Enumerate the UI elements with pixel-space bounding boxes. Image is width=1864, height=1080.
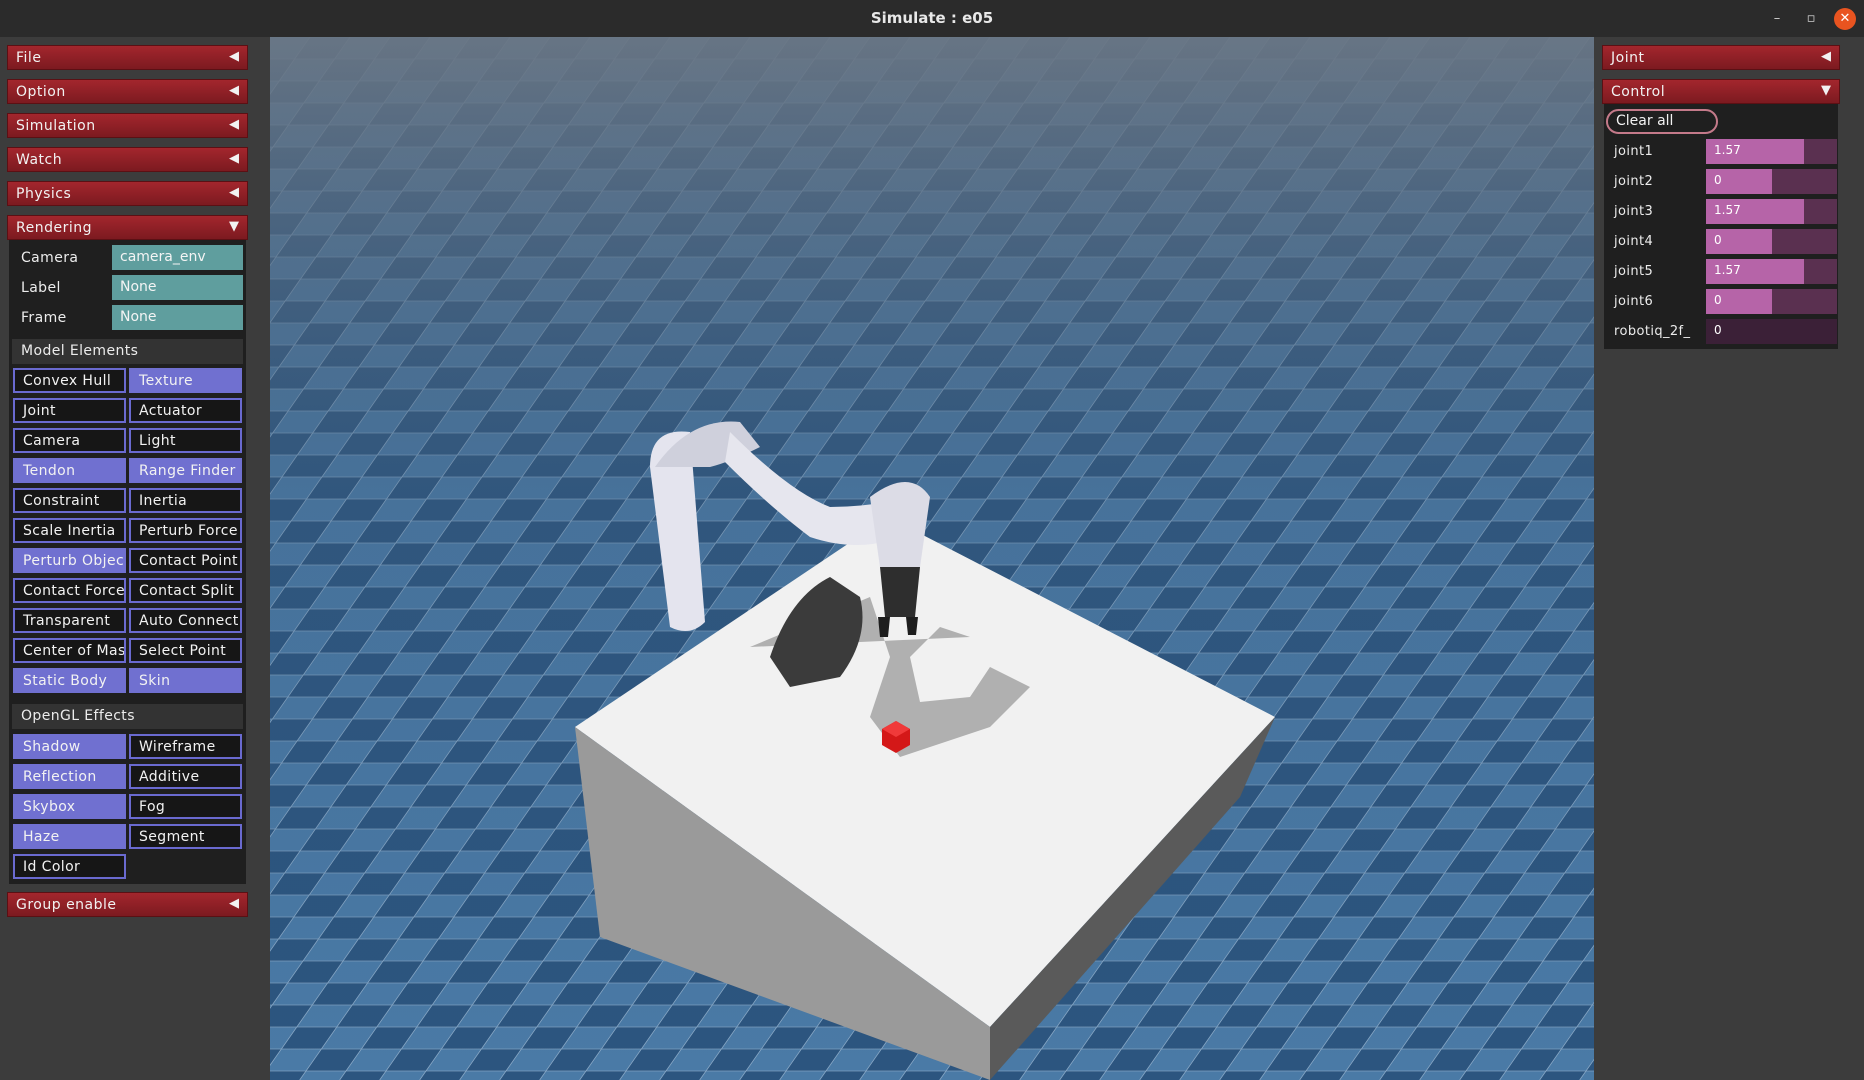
minimize-icon[interactable]: – <box>1766 8 1788 30</box>
expand-arrow-icon: ▼ <box>1821 83 1831 98</box>
joint-slider-joint3[interactable]: 1.57 <box>1706 199 1837 224</box>
joint-slider-joint6[interactable]: 0 <box>1706 289 1837 314</box>
watch-section[interactable]: Watch ◀ <box>7 147 248 172</box>
camera-label: Camera <box>21 250 79 266</box>
frame-select[interactable]: None <box>112 305 243 330</box>
simulation-section[interactable]: Simulation ◀ <box>7 113 248 138</box>
camera-select[interactable]: camera_env <box>112 245 243 270</box>
slider-value: 1.57 <box>1714 143 1741 157</box>
scene-render <box>270 37 1594 1080</box>
collapse-arrow-icon: ◀ <box>229 185 239 200</box>
clear-all-button[interactable]: Clear all <box>1606 109 1718 134</box>
joint-slider-joint4[interactable]: 0 <box>1706 229 1837 254</box>
joint-label: joint5 <box>1614 264 1654 279</box>
model-elements-header: Model Elements <box>12 339 243 364</box>
toggle-skin[interactable]: Skin <box>129 668 242 693</box>
slider-value: 1.57 <box>1714 263 1741 277</box>
label-select[interactable]: None <box>112 275 243 300</box>
section-label: Simulation <box>16 118 96 134</box>
file-section[interactable]: File ◀ <box>7 45 248 70</box>
simulation-viewport[interactable] <box>270 37 1594 1080</box>
section-label: Control <box>1611 84 1666 100</box>
joint-label: joint6 <box>1614 294 1654 309</box>
section-label: Option <box>16 84 66 100</box>
physics-section[interactable]: Physics ◀ <box>7 181 248 206</box>
toggle-fog[interactable]: Fog <box>129 794 242 819</box>
toggle-contact-point[interactable]: Contact Point <box>129 548 242 573</box>
section-label: Watch <box>16 152 63 168</box>
toggle-constraint[interactable]: Constraint <box>13 488 126 513</box>
label-label: Label <box>21 280 61 296</box>
toggle-static-body[interactable]: Static Body <box>13 668 126 693</box>
toggle-id-color[interactable]: Id Color <box>13 854 126 879</box>
toggle-tendon[interactable]: Tendon <box>13 458 126 483</box>
joint-slider-joint5[interactable]: 1.57 <box>1706 259 1837 284</box>
collapse-arrow-icon: ◀ <box>1821 49 1831 64</box>
joint-section[interactable]: Joint ◀ <box>1602 45 1840 70</box>
section-label: File <box>16 50 42 66</box>
toggle-haze[interactable]: Haze <box>13 824 126 849</box>
frame-label: Frame <box>21 310 67 326</box>
toggle-inertia[interactable]: Inertia <box>129 488 242 513</box>
toggle-perturb-force[interactable]: Perturb Force <box>129 518 242 543</box>
section-label: Joint <box>1611 50 1645 66</box>
joint-label: joint4 <box>1614 234 1654 249</box>
slider-value: 0 <box>1714 323 1722 337</box>
section-label: Rendering <box>16 220 92 236</box>
joint-label: joint1 <box>1614 144 1654 159</box>
section-label: Group enable <box>16 897 117 913</box>
section-label: Physics <box>16 186 72 202</box>
toggle-texture[interactable]: Texture <box>129 368 242 393</box>
close-icon[interactable]: ✕ <box>1834 8 1856 30</box>
toggle-range-finder[interactable]: Range Finder <box>129 458 242 483</box>
collapse-arrow-icon: ◀ <box>229 117 239 132</box>
toggle-auto-connect[interactable]: Auto Connect <box>129 608 242 633</box>
toggle-contact-split[interactable]: Contact Split <box>129 578 242 603</box>
joint-slider-joint1[interactable]: 1.57 <box>1706 139 1837 164</box>
toggle-joint[interactable]: Joint <box>13 398 126 423</box>
slider-value: 0 <box>1714 233 1722 247</box>
toggle-camera[interactable]: Camera <box>13 428 126 453</box>
toggle-additive[interactable]: Additive <box>129 764 242 789</box>
control-section[interactable]: Control ▼ <box>1602 79 1840 104</box>
toggle-light[interactable]: Light <box>129 428 242 453</box>
toggle-contact-force[interactable]: Contact Force <box>13 578 126 603</box>
joint-label: joint2 <box>1614 174 1654 189</box>
toggle-skybox[interactable]: Skybox <box>13 794 126 819</box>
joint-label: robotiq_2f_ <box>1614 324 1691 339</box>
opengl-effects-header: OpenGL Effects <box>12 704 243 729</box>
toggle-select-point[interactable]: Select Point <box>129 638 242 663</box>
toggle-reflection[interactable]: Reflection <box>13 764 126 789</box>
toggle-segment[interactable]: Segment <box>129 824 242 849</box>
slider-value: 0 <box>1714 293 1722 307</box>
toggle-actuator[interactable]: Actuator <box>129 398 242 423</box>
maximize-icon[interactable]: ▫ <box>1800 8 1822 30</box>
toggle-wireframe[interactable]: Wireframe <box>129 734 242 759</box>
collapse-arrow-icon: ◀ <box>229 151 239 166</box>
title-bar: Simulate : e05 – ▫ ✕ <box>0 0 1864 38</box>
collapse-arrow-icon: ◀ <box>229 49 239 64</box>
joint-slider-joint2[interactable]: 0 <box>1706 169 1837 194</box>
window-title: Simulate : e05 <box>870 9 994 27</box>
toggle-transparent[interactable]: Transparent <box>13 608 126 633</box>
toggle-shadow[interactable]: Shadow <box>13 734 126 759</box>
toggle-center-of-mas[interactable]: Center of Mas <box>13 638 126 663</box>
option-section[interactable]: Option ◀ <box>7 79 248 104</box>
rendering-section[interactable]: Rendering ▼ <box>7 215 248 240</box>
collapse-arrow-icon: ◀ <box>229 83 239 98</box>
slider-value: 1.57 <box>1714 203 1741 217</box>
toggle-perturb-objec[interactable]: Perturb Objec <box>13 548 126 573</box>
joint-label: joint3 <box>1614 204 1654 219</box>
joint-slider-robotiq-2f[interactable]: 0 <box>1706 319 1837 344</box>
expand-arrow-icon: ▼ <box>229 219 239 234</box>
collapse-arrow-icon: ◀ <box>229 896 239 911</box>
toggle-scale-inertia[interactable]: Scale Inertia <box>13 518 126 543</box>
group-enable-section[interactable]: Group enable ◀ <box>7 892 248 917</box>
toggle-convex-hull[interactable]: Convex Hull <box>13 368 126 393</box>
slider-value: 0 <box>1714 173 1722 187</box>
